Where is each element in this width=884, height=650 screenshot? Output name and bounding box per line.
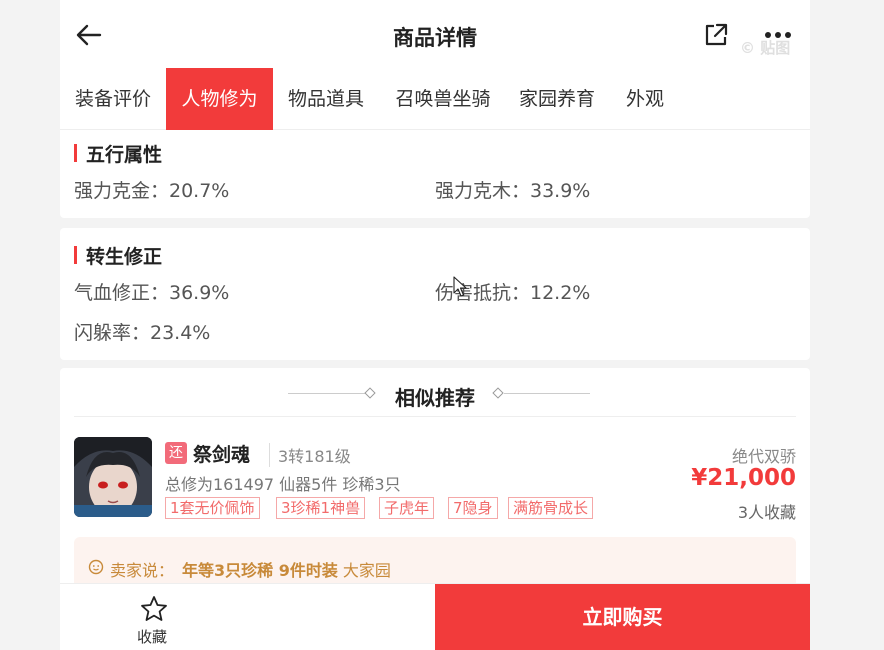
divider-line-right	[504, 393, 590, 394]
character-avatar[interactable]	[74, 437, 152, 517]
mouse-cursor-icon	[453, 276, 467, 297]
item-tag: 满筋骨成长	[508, 497, 594, 519]
item-tag: 1套无价佩饰	[165, 497, 260, 519]
attr-hp-correction: 气血修正：36.9%	[74, 282, 230, 304]
top-bar: 商品详情 © 贴图	[60, 0, 810, 68]
favorite-label: 收藏	[137, 628, 168, 646]
star-icon	[141, 596, 167, 621]
buy-now-button[interactable]: 立即购买	[435, 584, 810, 650]
bottom-action-bar: 收藏 立即购买	[60, 583, 810, 650]
share-icon[interactable]	[702, 21, 730, 49]
tab-equipment-review[interactable]: 装备评价	[60, 68, 166, 130]
item-tag: 3珍稀1神兽	[276, 497, 366, 519]
favorite-button[interactable]: 收藏	[60, 584, 435, 650]
zhuansheng-card: 转生修正 气血修正：36.9% 伤害抵抗：12.2% 闪躲率：23.4%	[60, 228, 810, 360]
item-level: 3转181级	[269, 443, 351, 467]
watermark: © 贴图	[740, 39, 791, 57]
seller-message: 年等3只珍稀 9件时装 大家园	[182, 557, 391, 581]
seller-rest: 大家园	[337, 561, 391, 580]
item-name[interactable]: 祭剑魂	[193, 440, 250, 467]
tab-home[interactable]: 家园养育	[511, 68, 603, 130]
item-price: ¥21,000	[691, 465, 796, 491]
separator	[74, 416, 796, 417]
tab-character-cultivation[interactable]: 人物修为	[166, 68, 273, 130]
tab-items[interactable]: 物品道具	[273, 68, 379, 130]
favorite-count: 3人收藏	[737, 503, 796, 522]
attr-dodge-rate: 闪躲率：23.4%	[74, 322, 211, 344]
character-portrait-icon	[74, 437, 152, 517]
zhuansheng-title: 转生修正	[74, 242, 162, 269]
item-tag: 7隐身	[448, 497, 498, 519]
seller-highlight: 年等3只珍稀 9件时装	[182, 561, 338, 580]
attr-strong-vs-wood: 强力克木：33.9%	[435, 180, 591, 202]
tab-appearance[interactable]: 外观	[620, 68, 670, 130]
category-tabs: 装备评价 人物修为 物品道具 召唤兽坐骑 家园养育 外观	[60, 68, 810, 130]
recommend-title: 相似推荐	[395, 386, 475, 410]
seller-label: 卖家说：	[110, 561, 175, 580]
bargain-badge: 还	[165, 442, 187, 464]
server-name: 绝代双骄	[731, 447, 796, 466]
wuxing-title: 五行属性	[74, 140, 162, 167]
wuxing-card: 五行属性 强力克金：20.7% 强力克木：33.9%	[60, 130, 810, 218]
item-tag: 子虎年	[379, 497, 435, 519]
attr-strong-vs-metal: 强力克金：20.7%	[74, 180, 230, 202]
item-description: 总修为161497 仙器5件 珍稀3只	[165, 475, 401, 494]
speech-bubble-icon	[88, 559, 104, 575]
page-title: 商品详情	[393, 26, 477, 50]
tab-summon-mount[interactable]: 召唤兽坐骑	[383, 68, 503, 130]
app-screen: 商品详情 © 贴图 装备评价 人物修为 物品道具 召唤兽坐骑 家园养育 外观 五…	[60, 0, 810, 650]
